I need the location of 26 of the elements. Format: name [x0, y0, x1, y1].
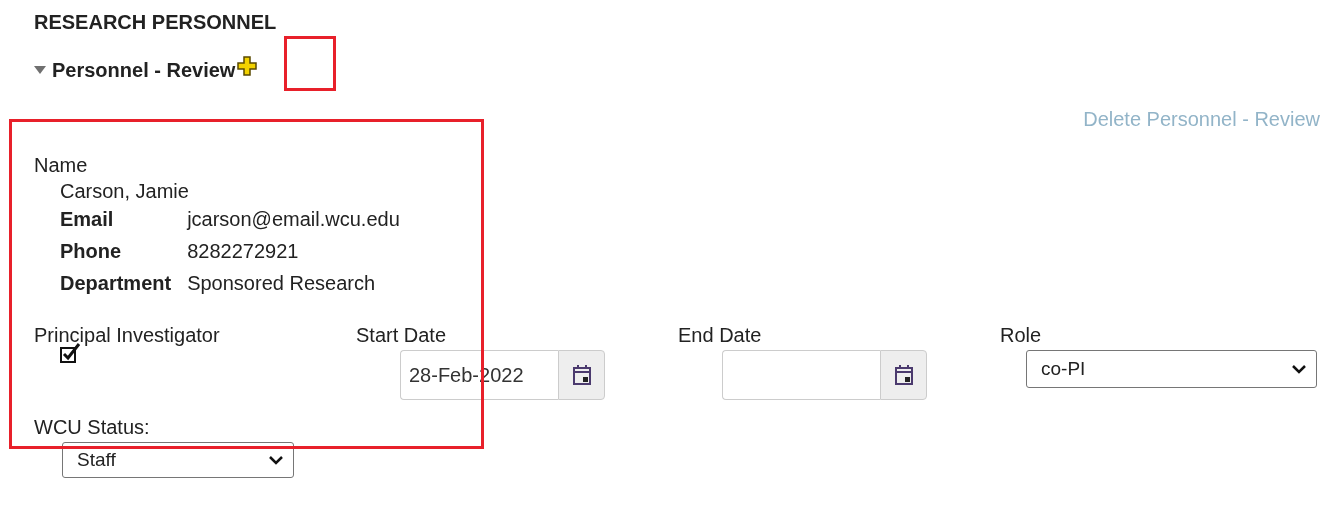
group-title: Personnel - Review [52, 58, 236, 82]
chevron-icon [1292, 364, 1306, 374]
calendar-button[interactable] [880, 350, 927, 400]
expand-toggle-icon[interactable] [34, 66, 46, 74]
calendar-button[interactable] [558, 350, 605, 400]
detail-label: Phone [60, 239, 123, 264]
role-select[interactable]: co-PI [1026, 350, 1317, 388]
detail-label: Department [60, 271, 172, 296]
detail-label: Email [60, 207, 115, 232]
field-label: End Date [678, 323, 762, 348]
detail-value: jcarson@email.wcu.edu [187, 207, 400, 232]
person-name: Carson, Jamie [60, 179, 190, 204]
field-label: Name [34, 153, 89, 178]
calendar-icon [893, 364, 914, 386]
field-label: Principal Investigator [34, 323, 220, 348]
detail-value: 8282272921 [187, 239, 300, 264]
field-label: WCU Status: [34, 415, 151, 440]
end-date-field[interactable] [722, 350, 880, 400]
field-label: Role [1000, 323, 1042, 348]
field-label: Start Date [356, 323, 447, 348]
calendar-icon [571, 364, 592, 386]
chevron-icon [269, 455, 283, 465]
detail-value: Sponsored Research [187, 271, 377, 296]
highlight-frame [284, 36, 336, 91]
add-icon[interactable] [237, 56, 258, 76]
section-title: RESEARCH PERSONNEL [34, 10, 278, 35]
